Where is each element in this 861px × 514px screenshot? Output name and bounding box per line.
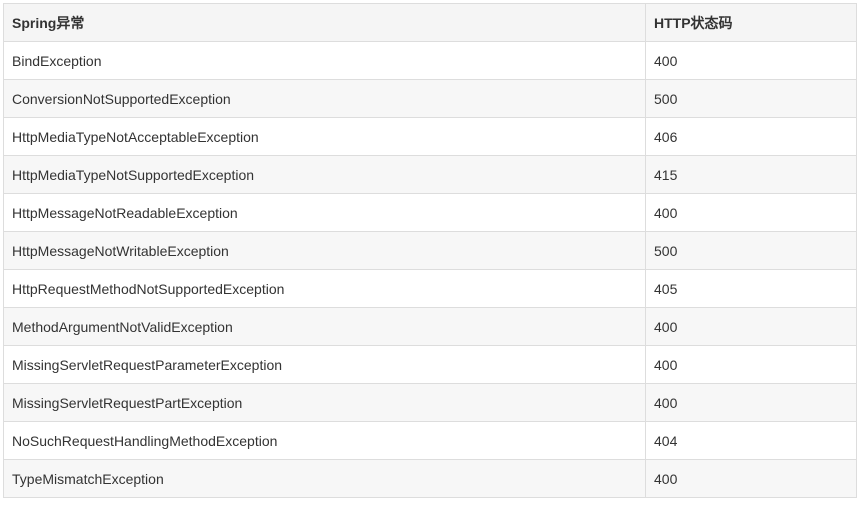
header-spring-exception: Spring异常 xyxy=(3,3,646,42)
exception-status-table-container: Spring异常 HTTP状态码 BindException 400 Conve… xyxy=(3,3,857,498)
header-http-status-code: HTTP状态码 xyxy=(645,3,857,42)
status-code-cell: 415 xyxy=(645,155,857,194)
status-code-cell: 405 xyxy=(645,269,857,308)
status-code-cell: 500 xyxy=(645,231,857,270)
table-row: HttpMediaTypeNotAcceptableException 406 xyxy=(3,117,857,156)
table-row: HttpMessageNotReadableException 400 xyxy=(3,193,857,232)
exception-name-cell: MissingServletRequestPartException xyxy=(3,383,646,422)
table-row: HttpRequestMethodNotSupportedException 4… xyxy=(3,269,857,308)
exception-name-cell: ConversionNotSupportedException xyxy=(3,79,646,118)
status-code-cell: 400 xyxy=(645,459,857,498)
exception-name-cell: HttpRequestMethodNotSupportedException xyxy=(3,269,646,308)
status-code-cell: 406 xyxy=(645,117,857,156)
exception-name-cell: HttpMediaTypeNotSupportedException xyxy=(3,155,646,194)
exception-name-cell: HttpMessageNotReadableException xyxy=(3,193,646,232)
status-code-cell: 404 xyxy=(645,421,857,460)
table-row: BindException 400 xyxy=(3,41,857,80)
status-code-cell: 400 xyxy=(645,345,857,384)
table-row: MethodArgumentNotValidException 400 xyxy=(3,307,857,346)
status-code-cell: 400 xyxy=(645,41,857,80)
status-code-cell: 500 xyxy=(645,79,857,118)
exception-name-cell: BindException xyxy=(3,41,646,80)
exception-name-cell: MissingServletRequestParameterException xyxy=(3,345,646,384)
exception-name-cell: HttpMessageNotWritableException xyxy=(3,231,646,270)
table-header-row: Spring异常 HTTP状态码 xyxy=(3,3,857,42)
status-code-cell: 400 xyxy=(645,383,857,422)
table-row: NoSuchRequestHandlingMethodException 404 xyxy=(3,421,857,460)
table-row: MissingServletRequestParameterException … xyxy=(3,345,857,384)
table-row: TypeMismatchException 400 xyxy=(3,459,857,498)
exception-name-cell: MethodArgumentNotValidException xyxy=(3,307,646,346)
table-row: HttpMessageNotWritableException 500 xyxy=(3,231,857,270)
table-row: HttpMediaTypeNotSupportedException 415 xyxy=(3,155,857,194)
exception-name-cell: NoSuchRequestHandlingMethodException xyxy=(3,421,646,460)
exception-status-table: Spring异常 HTTP状态码 BindException 400 Conve… xyxy=(3,3,857,498)
exception-name-cell: HttpMediaTypeNotAcceptableException xyxy=(3,117,646,156)
table-row: ConversionNotSupportedException 500 xyxy=(3,79,857,118)
exception-name-cell: TypeMismatchException xyxy=(3,459,646,498)
status-code-cell: 400 xyxy=(645,307,857,346)
status-code-cell: 400 xyxy=(645,193,857,232)
table-row: MissingServletRequestPartException 400 xyxy=(3,383,857,422)
